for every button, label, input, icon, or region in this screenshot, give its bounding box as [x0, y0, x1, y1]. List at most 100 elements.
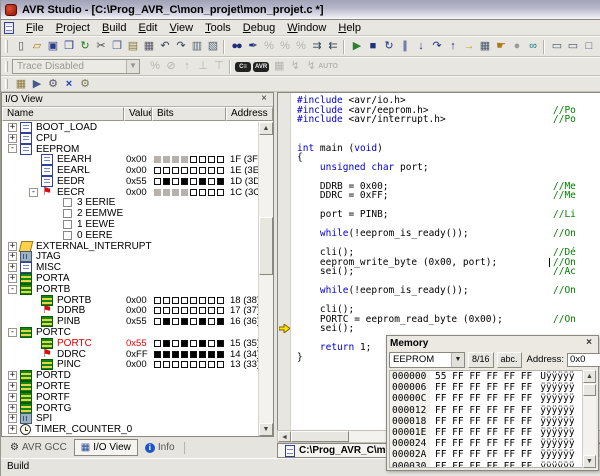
menu-file[interactable]: File [20, 21, 50, 35]
column-header-name[interactable]: Name [2, 107, 124, 121]
expand-icon[interactable]: + [8, 263, 17, 272]
memory-abc-button[interactable]: abc. [497, 352, 522, 368]
bit-box[interactable] [199, 351, 206, 358]
io-row-external_interrupt[interactable]: +EXTERNAL_INTERRUPT [2, 241, 258, 252]
io-row-3-eerie[interactable]: 3 EERIE [2, 198, 258, 209]
redo-icon[interactable]: ↷ [172, 39, 188, 54]
bit-box[interactable] [154, 318, 161, 325]
io-row-jtag[interactable]: +JTAG [2, 252, 258, 263]
bit-box[interactable] [181, 318, 188, 325]
close-icon[interactable]: × [583, 338, 595, 349]
code-line[interactable]: port = PINB;//Li [292, 210, 600, 220]
code-line[interactable]: int main (void) [292, 144, 600, 154]
check-icon[interactable] [63, 198, 72, 207]
run-icon[interactable]: ▶ [348, 39, 364, 54]
bit-box[interactable] [154, 167, 161, 174]
memory-row[interactable]: 00000CFF FF FF FF FF FFÿÿÿÿÿÿ [390, 393, 595, 404]
bit-box[interactable] [181, 351, 188, 358]
io-tree-scrollbar[interactable] [258, 122, 273, 436]
bit-box[interactable] [181, 297, 188, 304]
scrollbar-thumb[interactable] [259, 217, 273, 275]
bit-box[interactable] [190, 307, 197, 314]
chevron-down-icon[interactable]: ▼ [126, 60, 139, 73]
bit-box[interactable] [217, 167, 224, 174]
print-icon[interactable]: ▦ [140, 39, 156, 54]
code-line[interactable]: while(!eeprom_is_ready());//On [292, 286, 600, 296]
bit-box[interactable] [154, 340, 161, 347]
step-out-icon[interactable]: ↑ [444, 39, 460, 54]
avr-badge-icon[interactable]: AVR [253, 62, 269, 72]
window-grid-icon[interactable]: ▧ [204, 39, 220, 54]
bit-box[interactable] [190, 189, 197, 196]
bit-box[interactable] [208, 307, 215, 314]
io-row-ddrb[interactable]: ⚑DDRB0x0017 (37) [2, 306, 258, 317]
code-line[interactable]: #include <avr/interrupt.h>//Po [292, 115, 600, 125]
title-bar[interactable]: AVR Studio - [C:\Prog_AVR_C\mon_projet\m… [1, 0, 600, 20]
trace-off-icon[interactable]: ⊘ [162, 59, 178, 74]
autostep-icon[interactable]: ● [508, 39, 524, 54]
find-next-icon[interactable]: ✒ [244, 39, 260, 54]
pause-icon[interactable]: ∥ [396, 39, 412, 54]
expand-icon[interactable]: + [8, 393, 17, 402]
code-line[interactable]: while(!eeprom_is_ready());//On [292, 229, 600, 239]
code-line[interactable]: sei(); [292, 324, 600, 334]
bit-box[interactable] [199, 167, 206, 174]
bit-box[interactable] [181, 156, 188, 163]
scrollbar-thumb[interactable] [583, 384, 596, 396]
trace-bottom-icon[interactable]: ⊥ [194, 59, 210, 74]
bit-box[interactable] [163, 361, 170, 368]
memory-type-combo[interactable]: EEPROM ▼ [389, 352, 465, 368]
scroll-left-icon[interactable] [278, 431, 291, 442]
bit-box[interactable] [181, 340, 188, 347]
new-project-icon[interactable]: ▦ [12, 77, 28, 92]
bit-box[interactable] [172, 351, 179, 358]
code-line[interactable] [292, 125, 600, 135]
step-into-icon[interactable]: ↓ [412, 39, 428, 54]
io-row-1-eewe[interactable]: 1 EEWE [2, 219, 258, 230]
bit-box[interactable] [172, 318, 179, 325]
memory-row[interactable]: 000030FF FF FF FF FF FFÿÿÿÿÿÿ [390, 461, 595, 469]
bit-box[interactable] [181, 361, 188, 368]
memory-816-button[interactable]: 8/16 [468, 352, 494, 368]
hand-icon[interactable]: ☛ [492, 39, 508, 54]
bit-box[interactable] [190, 318, 197, 325]
close-icon[interactable]: × [258, 94, 270, 105]
bit-box[interactable] [199, 178, 206, 185]
bit-box[interactable] [154, 156, 161, 163]
indent-icon[interactable]: ⇉ [308, 39, 324, 54]
bit-box[interactable] [199, 307, 206, 314]
io-row-eearl[interactable]: EEARL0x001E (3E) [2, 165, 258, 176]
bit-box[interactable] [190, 361, 197, 368]
menu-window[interactable]: Window [281, 21, 332, 35]
expand-icon[interactable]: + [8, 123, 17, 132]
bit-box[interactable] [163, 156, 170, 163]
memory-row[interactable]: 00001EFF FF FF FF FF FFÿÿÿÿÿÿ [390, 427, 595, 438]
io-row-porta[interactable]: +PORTA [2, 273, 258, 284]
menu-tools[interactable]: Tools [199, 21, 237, 35]
bit-box[interactable] [181, 307, 188, 314]
bit-box[interactable] [190, 351, 197, 358]
bit-box[interactable] [217, 340, 224, 347]
check-icon[interactable] [63, 209, 72, 218]
code-line[interactable]: sei();//Ac [292, 267, 600, 277]
bit-box[interactable] [217, 297, 224, 304]
scroll-down-icon[interactable] [259, 423, 273, 436]
memory-row[interactable]: 000024FF FF FF FF FF FFÿÿÿÿÿÿ [390, 438, 595, 449]
io-row-cpu[interactable]: +CPU [2, 133, 258, 144]
io-row-timer_counter_0[interactable]: +TIMER_COUNTER_0 [2, 424, 258, 435]
bit-box[interactable] [217, 178, 224, 185]
io-row-portb[interactable]: -PORTB [2, 284, 258, 295]
find-icon[interactable]: ●● [228, 39, 244, 54]
bit-box[interactable] [199, 361, 206, 368]
bit-box[interactable] [172, 178, 179, 185]
expand-icon[interactable]: + [8, 414, 17, 423]
run-to-cursor-icon[interactable]: → [460, 39, 476, 54]
bit-box[interactable] [217, 351, 224, 358]
step-over-icon[interactable]: ↷ [428, 39, 444, 54]
bit-box[interactable] [190, 340, 197, 347]
bit-box[interactable] [199, 340, 206, 347]
toolbar-grip[interactable] [5, 79, 8, 89]
menu-edit[interactable]: Edit [132, 21, 163, 35]
code-line[interactable]: unsigned char port; [292, 163, 600, 173]
scroll-down-icon[interactable] [583, 455, 596, 468]
